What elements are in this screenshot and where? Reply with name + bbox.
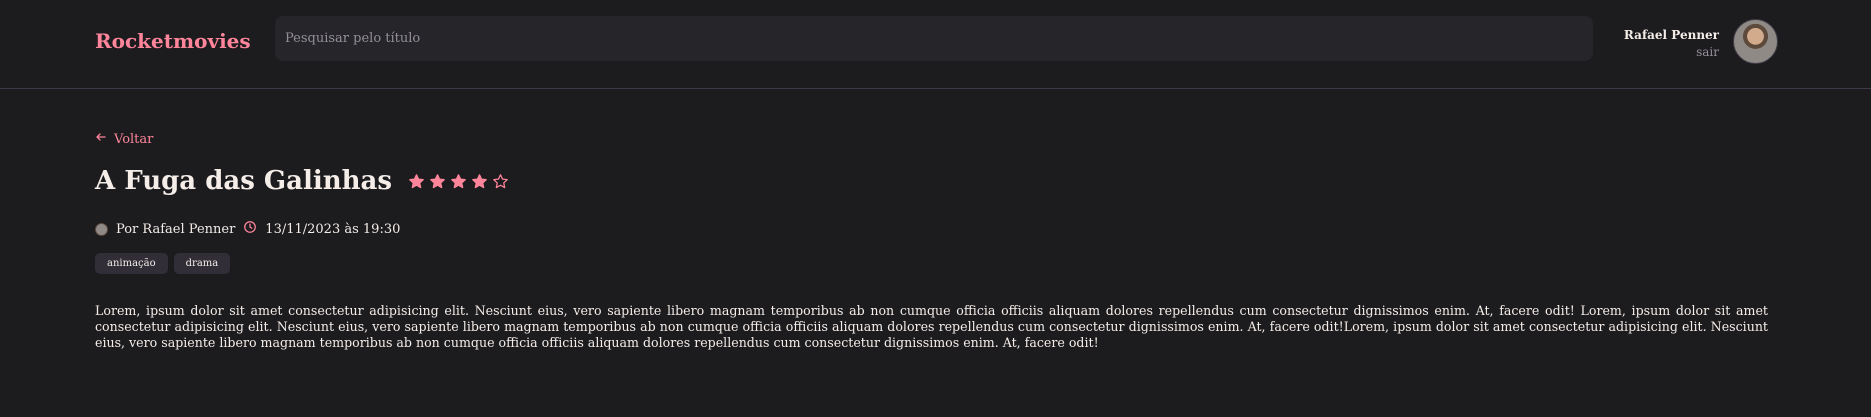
movie-title: A Fuga das Galinhas [95,166,393,196]
logout-link[interactable]: sair [1624,45,1719,59]
tag-list: animação drama [95,253,231,274]
search-box[interactable] [275,16,1593,61]
star-icon [450,173,467,190]
profile-info: Rafael Penner sair [1624,28,1719,59]
clock-icon [243,220,257,238]
author-name: Por Rafael Penner [116,221,236,237]
created-at: 13/11/2023 às 19:30 [265,221,401,237]
arrow-left-icon [95,131,107,147]
star-icon [492,173,509,190]
profile-name: Rafael Penner [1623,28,1719,42]
star-icon [471,173,488,190]
rating-stars [408,173,509,190]
back-button[interactable]: Voltar [95,131,153,147]
tag: drama [173,253,231,274]
app-header: Rocketmovies Rafael Penner sair [0,0,1871,89]
movie-meta: Por Rafael Penner 13/11/2023 às 19:30 [95,220,400,238]
tag: animação [95,253,168,274]
back-label: Voltar [114,131,154,147]
star-icon [408,173,425,190]
avatar-icon [95,222,108,236]
title-row: A Fuga das Galinhas [95,166,509,196]
brand-logo[interactable]: Rocketmovies [95,29,251,53]
avatar[interactable] [1733,19,1778,64]
movie-description: Lorem, ipsum dolor sit amet consectetur … [95,303,1768,350]
star-icon [429,173,446,190]
search-input[interactable] [275,16,1593,61]
